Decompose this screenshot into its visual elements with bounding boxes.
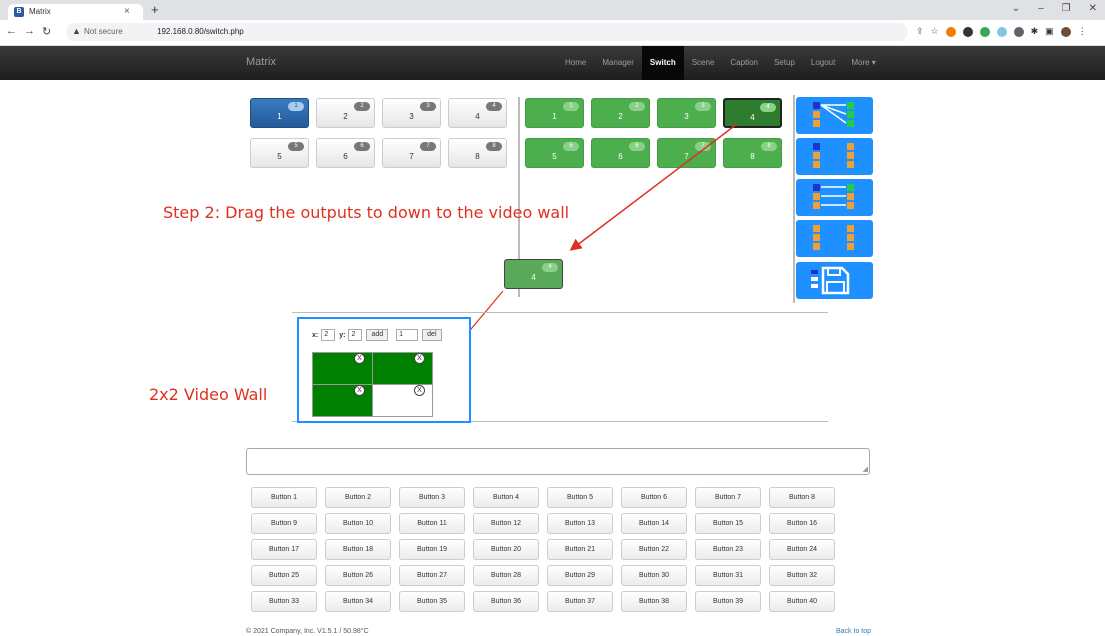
close-icon[interactable]: X bbox=[414, 353, 425, 364]
close-icon[interactable]: X bbox=[354, 385, 365, 396]
button-4[interactable]: Button 4 bbox=[473, 487, 539, 508]
button-3[interactable]: Button 3 bbox=[399, 487, 465, 508]
button-28[interactable]: Button 28 bbox=[473, 565, 539, 586]
y-input[interactable]: 2 bbox=[348, 329, 363, 341]
button-12[interactable]: Button 12 bbox=[473, 513, 539, 534]
button-38[interactable]: Button 38 bbox=[621, 591, 687, 612]
divider bbox=[292, 312, 828, 313]
button-9[interactable]: Button 9 bbox=[251, 513, 317, 534]
button-39[interactable]: Button 39 bbox=[695, 591, 761, 612]
add-button[interactable]: add bbox=[366, 329, 389, 341]
button-31[interactable]: Button 31 bbox=[695, 565, 761, 586]
caption-textarea[interactable]: ◢ bbox=[246, 448, 870, 475]
back-to-top-link[interactable]: Back to top bbox=[836, 628, 871, 635]
button-1[interactable]: Button 1 bbox=[251, 487, 317, 508]
video-wall-panel: x: 2 y: 2 add 1 del X X X X bbox=[297, 317, 471, 423]
button-33[interactable]: Button 33 bbox=[251, 591, 317, 612]
footer-copyright: © 2021 Company, Inc. V1.5.1 / 50.98°C bbox=[246, 628, 369, 635]
button-24[interactable]: Button 24 bbox=[769, 539, 835, 560]
video-wall-controls: x: 2 y: 2 add 1 del bbox=[312, 329, 450, 341]
wall-cell[interactable]: X bbox=[312, 384, 373, 417]
button-23[interactable]: Button 23 bbox=[695, 539, 761, 560]
button-34[interactable]: Button 34 bbox=[325, 591, 391, 612]
button-11[interactable]: Button 11 bbox=[399, 513, 465, 534]
button-16[interactable]: Button 16 bbox=[769, 513, 835, 534]
button-2[interactable]: Button 2 bbox=[325, 487, 391, 508]
del-button[interactable]: del bbox=[422, 329, 442, 341]
resize-grip-icon[interactable]: ◢ bbox=[863, 466, 868, 473]
button-19[interactable]: Button 19 bbox=[399, 539, 465, 560]
wall-cell[interactable]: X bbox=[372, 352, 433, 385]
button-18[interactable]: Button 18 bbox=[325, 539, 391, 560]
button-30[interactable]: Button 30 bbox=[621, 565, 687, 586]
button-32[interactable]: Button 32 bbox=[769, 565, 835, 586]
button-37[interactable]: Button 37 bbox=[547, 591, 613, 612]
button-14[interactable]: Button 14 bbox=[621, 513, 687, 534]
button-36[interactable]: Button 36 bbox=[473, 591, 539, 612]
del-index-input[interactable]: 1 bbox=[396, 329, 419, 341]
button-40[interactable]: Button 40 bbox=[769, 591, 835, 612]
wall-cell[interactable]: X bbox=[372, 384, 433, 417]
button-8[interactable]: Button 8 bbox=[769, 487, 835, 508]
arrow-to-drag bbox=[569, 123, 738, 251]
x-input[interactable]: 2 bbox=[321, 329, 336, 341]
button-26[interactable]: Button 26 bbox=[325, 565, 391, 586]
button-22[interactable]: Button 22 bbox=[621, 539, 687, 560]
button-7[interactable]: Button 7 bbox=[695, 487, 761, 508]
x-label: x: bbox=[312, 331, 319, 339]
button-25[interactable]: Button 25 bbox=[251, 565, 317, 586]
wall-cell[interactable]: X bbox=[312, 352, 373, 385]
close-icon[interactable]: X bbox=[414, 385, 425, 396]
button-10[interactable]: Button 10 bbox=[325, 513, 391, 534]
button-27[interactable]: Button 27 bbox=[399, 565, 465, 586]
button-17[interactable]: Button 17 bbox=[251, 539, 317, 560]
button-35[interactable]: Button 35 bbox=[399, 591, 465, 612]
button-13[interactable]: Button 13 bbox=[547, 513, 613, 534]
button-6[interactable]: Button 6 bbox=[621, 487, 687, 508]
button-20[interactable]: Button 20 bbox=[473, 539, 539, 560]
button-21[interactable]: Button 21 bbox=[547, 539, 613, 560]
close-icon[interactable]: X bbox=[354, 353, 365, 364]
button-15[interactable]: Button 15 bbox=[695, 513, 761, 534]
y-label: y: bbox=[339, 331, 346, 339]
button-5[interactable]: Button 5 bbox=[547, 487, 613, 508]
button-29[interactable]: Button 29 bbox=[547, 565, 613, 586]
